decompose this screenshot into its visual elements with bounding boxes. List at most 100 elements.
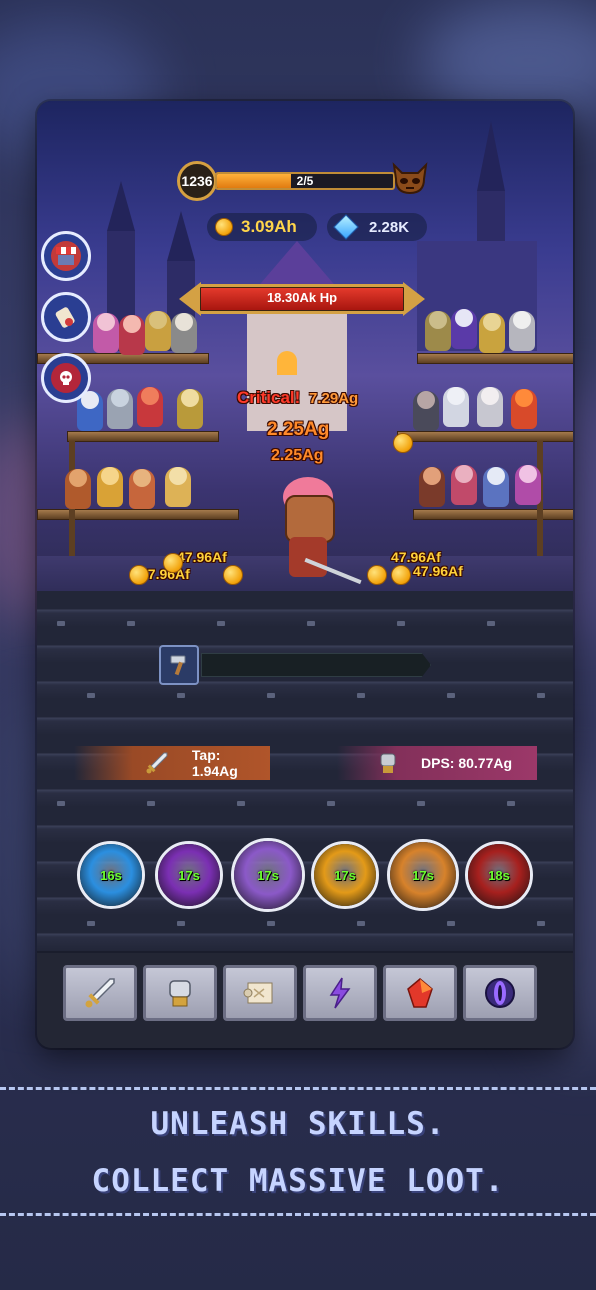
hero-sprite[interactable]: [419, 467, 445, 507]
hero-shelf: [413, 509, 573, 520]
caption-divider-bottom: [0, 1213, 596, 1216]
skull-emblem-icon: [51, 363, 81, 393]
hero-sprite[interactable]: [177, 389, 203, 429]
dps-value: DPS: 80.77Ag: [421, 755, 513, 771]
gold-coin-icon[interactable]: [223, 565, 243, 585]
hero-sprite[interactable]: [479, 313, 505, 353]
hero-sprite[interactable]: [171, 313, 197, 353]
boss-hp-label: 18.30Ak Hp: [266, 290, 338, 305]
skill-cooldown: 17s: [257, 867, 279, 883]
lightning-icon: [329, 977, 351, 1009]
monster-mask: [285, 495, 335, 543]
hero-sprite[interactable]: [477, 387, 503, 427]
gold-coin-icon[interactable]: [367, 565, 387, 585]
menu-relics-button[interactable]: [383, 965, 457, 1021]
boss-hp-bar: 18.30Ak Hp: [179, 282, 407, 316]
skill-cooldown: 17s: [178, 867, 200, 883]
menu-upgrades-button[interactable]: [143, 965, 217, 1021]
hero-sprite[interactable]: [137, 387, 163, 427]
scroll-icon: [51, 302, 81, 332]
battle-scene: 1236 2/5 3.09Ah 2.28K 18.30Ak Hp Critica…: [37, 101, 573, 601]
menu-skills-button[interactable]: [303, 965, 377, 1021]
gem-counter: 2.28K: [327, 213, 427, 241]
tap-damage-value: Tap: 1.94Ag: [191, 747, 238, 779]
hero-sprite[interactable]: [97, 467, 123, 507]
gold-coin-icon[interactable]: [391, 565, 411, 585]
gold-counter: 3.09Ah: [207, 213, 317, 241]
center-house: [247, 311, 347, 431]
gold-drop-text: 47.96Af: [177, 549, 227, 565]
menu-map-button[interactable]: [223, 965, 297, 1021]
skill-lotus-flame[interactable]: 17s: [387, 839, 459, 911]
menu-heroes-button[interactable]: [63, 965, 137, 1021]
stage-level: 1236: [177, 161, 217, 201]
monster-body: [289, 537, 327, 577]
hero-shelf: [417, 353, 573, 364]
skill-crimson-blade[interactable]: 18s: [465, 841, 533, 909]
gold-coin-icon[interactable]: [393, 433, 413, 453]
menu-portal-button[interactable]: [463, 965, 537, 1021]
wave-progress-bar: 2/5: [215, 172, 395, 190]
hero-sprite[interactable]: [129, 469, 155, 509]
gem-amount: 2.28K: [369, 218, 410, 236]
damage-number: 2.25Ag: [271, 447, 324, 464]
hero-shelf: [37, 509, 239, 520]
quests-button[interactable]: [41, 292, 91, 342]
skill-dark-axe[interactable]: 17s: [155, 841, 223, 909]
shop-button[interactable]: [41, 231, 91, 281]
side-buttons: [41, 231, 95, 414]
critical-damage: 7.29Ag: [309, 390, 359, 407]
hero-sprite[interactable]: [509, 311, 535, 351]
hero-sprite[interactable]: [425, 311, 451, 351]
hero-sprite[interactable]: [515, 465, 541, 505]
hero-sprite[interactable]: [65, 469, 91, 509]
gold-coin-icon: [215, 218, 233, 236]
dps-stat: DPS: 80.77Ag: [337, 746, 537, 780]
hero-sprite[interactable]: [165, 467, 191, 507]
window-light: [277, 351, 297, 375]
hero-sprite[interactable]: [93, 313, 119, 353]
hammer-button[interactable]: [159, 645, 199, 685]
gold-coin-icon[interactable]: [129, 565, 149, 585]
caption-line-1: UNLEASH SKILLS.: [150, 1106, 446, 1142]
damage-number: 2.25Ag: [267, 419, 330, 440]
hero-sprite[interactable]: [145, 311, 171, 351]
skill-cooldown: 16s: [100, 867, 122, 883]
currency-bar: 3.09Ah 2.28K: [207, 213, 427, 243]
hero-sprite[interactable]: [107, 389, 133, 429]
eye-orb-icon: [485, 978, 515, 1008]
red-gem-icon: [407, 978, 433, 1008]
hero-sprite[interactable]: [483, 467, 509, 507]
boss-monster[interactable]: [263, 477, 362, 587]
forge-progress-track: [201, 653, 431, 677]
caption-divider-top: [0, 1087, 596, 1090]
boss-skull-icon: [392, 162, 428, 195]
skill-frost-hand[interactable]: 16s: [77, 841, 145, 909]
castle-tower: [477, 121, 505, 191]
sword-icon: [85, 978, 115, 1008]
hero-sprite[interactable]: [511, 389, 537, 429]
hero-sprite[interactable]: [443, 387, 469, 427]
hero-sprite[interactable]: [119, 315, 145, 355]
skill-purple-vortex[interactable]: 17s: [231, 838, 305, 912]
gauntlet-icon: [169, 980, 191, 1007]
map-scroll-icon: [243, 982, 273, 1004]
hero-shelf: [397, 431, 573, 442]
boss-event-button[interactable]: [41, 353, 91, 403]
stage-progress: 1236 2/5: [177, 159, 437, 201]
sword-icon: [146, 752, 168, 774]
hammer-icon: [170, 655, 186, 676]
tap-damage-stat: Tap: 1.94Ag: [74, 746, 270, 780]
castle-tower: [167, 211, 195, 261]
hero-sprite[interactable]: [451, 309, 477, 349]
critical-label: Critical!: [237, 388, 301, 407]
game-screen: 1236 2/5 3.09Ah 2.28K 18.30Ak Hp Critica…: [37, 101, 573, 1048]
hero-sprite[interactable]: [451, 465, 477, 505]
skill-bar: 16s 17s 17s 17s 17s 18s: [77, 838, 537, 917]
gem-icon: [333, 214, 359, 240]
gold-coin-icon[interactable]: [163, 553, 183, 573]
hero-sprite[interactable]: [413, 391, 439, 431]
hero-shelf: [67, 431, 219, 442]
skill-golden-slash[interactable]: 17s: [311, 841, 379, 909]
caption-line-2: COLLECT MASSIVE LOOT.: [91, 1163, 505, 1199]
